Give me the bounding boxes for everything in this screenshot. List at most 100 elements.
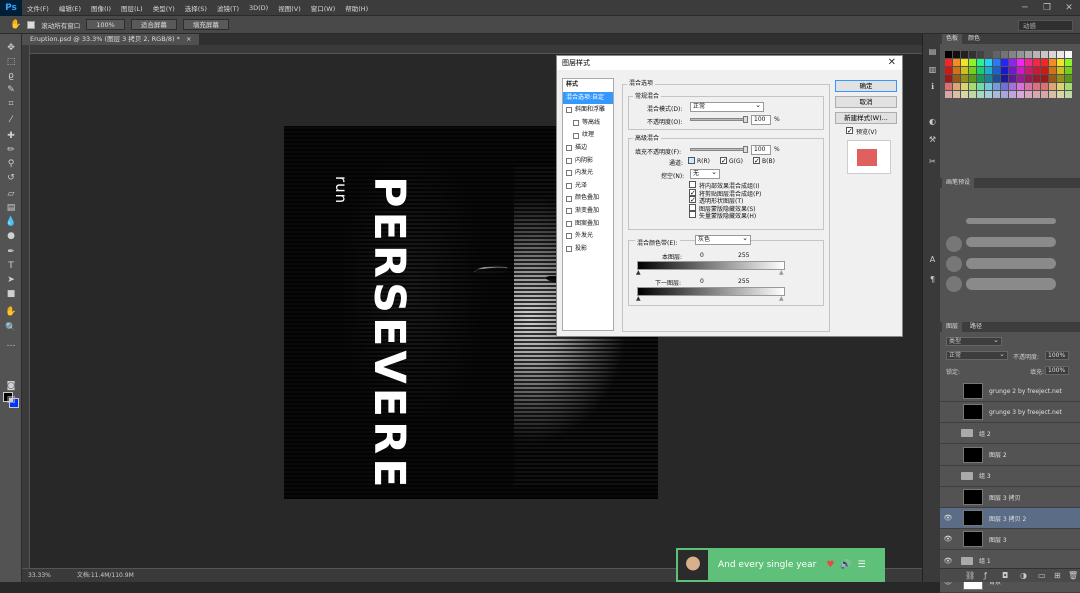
under-layer-gradient-bar[interactable]: [637, 287, 785, 296]
horizontal-ruler[interactable]: [30, 45, 940, 54]
color-swatch[interactable]: [953, 67, 960, 74]
color-swatch[interactable]: [1033, 91, 1040, 98]
hand-tool-icon[interactable]: ✋: [10, 20, 21, 30]
layer-blend-mode-select[interactable]: 正常: [946, 350, 1008, 360]
cancel-button[interactable]: 取消: [835, 96, 897, 108]
color-swatch[interactable]: [1049, 83, 1056, 90]
screen-mode-icon[interactable]: ▣: [4, 394, 18, 406]
style-list-item[interactable]: 投影: [563, 243, 613, 256]
this-layer-white-slider[interactable]: ▲: [779, 269, 784, 276]
color-swatch[interactable]: [961, 67, 968, 74]
layer-visibility-icon[interactable]: 👁: [943, 534, 953, 544]
brush-presets-list[interactable]: [946, 212, 1056, 302]
channel-b-checkbox[interactable]: ✓: [753, 157, 760, 165]
color-swatch[interactable]: [977, 67, 984, 74]
paragraph-panel-icon[interactable]: ¶: [927, 274, 938, 285]
heart-icon[interactable]: ♥: [826, 560, 834, 570]
under-layer-white-slider[interactable]: ▲: [779, 295, 784, 302]
color-swatch[interactable]: [945, 59, 952, 66]
color-swatch[interactable]: [969, 91, 976, 98]
path-select-tool-icon[interactable]: ➤: [4, 274, 18, 286]
style-checkbox[interactable]: [566, 208, 572, 215]
color-swatch[interactable]: [1041, 91, 1048, 98]
layer-row[interactable]: 图层 2: [940, 444, 1080, 466]
color-swatch[interactable]: [953, 59, 960, 66]
document-tab[interactable]: Eruption.psd @ 33.3% (图层 3 拷贝 2, RGB/8) …: [22, 34, 200, 45]
menu-layer[interactable]: 图层(L): [116, 3, 148, 13]
color-swatch[interactable]: [1049, 51, 1056, 58]
brush-preset[interactable]: [946, 256, 962, 272]
color-swatch[interactable]: [945, 83, 952, 90]
preview-checkbox[interactable]: ✓: [846, 127, 853, 135]
layer-opacity-input[interactable]: 100%: [1045, 351, 1069, 360]
color-swatch[interactable]: [1025, 67, 1032, 74]
color-swatch[interactable]: [1025, 51, 1032, 58]
color-swatch[interactable]: [1049, 67, 1056, 74]
layer-visibility-icon[interactable]: 👁: [943, 513, 953, 523]
color-swatch[interactable]: [1001, 67, 1008, 74]
layer-visibility-icon[interactable]: [943, 450, 953, 460]
scroll-all-checkbox[interactable]: [27, 20, 36, 29]
color-swatch[interactable]: [985, 67, 992, 74]
layer-row[interactable]: 组 3: [940, 465, 1080, 487]
color-swatch[interactable]: [1017, 51, 1024, 58]
color-swatch[interactable]: [953, 75, 960, 82]
layer-visibility-icon[interactable]: [943, 471, 953, 481]
color-swatch[interactable]: [1009, 67, 1016, 74]
advanced-option-checkbox[interactable]: [689, 211, 696, 219]
close-button[interactable]: ✕: [1058, 0, 1080, 16]
color-swatch[interactable]: [945, 91, 952, 98]
color-swatch[interactable]: [1009, 91, 1016, 98]
style-list-item[interactable]: 斜面和浮雕: [563, 104, 613, 117]
layer-row[interactable]: 👁 图层 3: [940, 529, 1080, 551]
color-swatch[interactable]: [1009, 75, 1016, 82]
color-swatch[interactable]: [985, 83, 992, 90]
color-swatch[interactable]: [985, 51, 992, 58]
style-list-item[interactable]: 等高线: [563, 117, 613, 130]
playlist-icon[interactable]: ☰: [858, 560, 866, 570]
dodge-tool-icon[interactable]: ●: [4, 230, 18, 242]
tab-color[interactable]: 颜色: [964, 34, 984, 44]
minimize-button[interactable]: ─: [1014, 0, 1036, 16]
color-swatch[interactable]: [1017, 75, 1024, 82]
color-swatch[interactable]: [985, 91, 992, 98]
layer-visibility-icon[interactable]: 👁: [943, 556, 953, 566]
color-swatch[interactable]: [993, 59, 1000, 66]
color-swatch[interactable]: [977, 51, 984, 58]
color-swatch[interactable]: [961, 75, 968, 82]
link-layers-icon[interactable]: ⛓: [965, 571, 975, 580]
opacity-slider-knob[interactable]: [743, 116, 748, 123]
style-list-item[interactable]: 内阴影: [563, 155, 613, 168]
color-swatch[interactable]: [961, 59, 968, 66]
color-swatch[interactable]: [1017, 67, 1024, 74]
color-swatch[interactable]: [1001, 59, 1008, 66]
eyedropper-tool-icon[interactable]: ⁄: [4, 114, 18, 126]
new-style-button[interactable]: 新建样式(W)...: [835, 112, 897, 124]
color-swatch[interactable]: [1033, 75, 1040, 82]
style-checkbox[interactable]: [573, 120, 579, 127]
layer-visibility-icon[interactable]: [943, 407, 953, 417]
brush-preset[interactable]: [966, 258, 1056, 269]
style-list-item[interactable]: 外发光: [563, 230, 613, 243]
style-checkbox[interactable]: [566, 233, 572, 240]
color-swatch[interactable]: [969, 67, 976, 74]
brush-preset[interactable]: [946, 276, 962, 292]
menu-type[interactable]: 类型(Y): [148, 3, 180, 13]
shape-tool-icon[interactable]: ■: [4, 288, 18, 300]
volume-icon[interactable]: 🔊: [840, 560, 851, 570]
color-swatch[interactable]: [1065, 51, 1072, 58]
advanced-option-checkbox[interactable]: [689, 203, 696, 211]
status-document-size[interactable]: 文档:11.4M/110.9M: [77, 572, 134, 579]
color-swatch[interactable]: [1025, 83, 1032, 90]
layer-visibility-icon[interactable]: [943, 428, 953, 438]
color-swatch[interactable]: [977, 91, 984, 98]
hand-tool-icon[interactable]: ✋: [4, 306, 18, 318]
type-tool-icon[interactable]: T: [4, 260, 18, 272]
dialog-close-icon[interactable]: ✕: [888, 56, 896, 70]
color-swatch[interactable]: [1065, 75, 1072, 82]
color-swatch[interactable]: [1057, 75, 1064, 82]
style-list-item[interactable]: 样式: [563, 79, 613, 92]
color-swatch[interactable]: [1025, 75, 1032, 82]
history-brush-tool-icon[interactable]: ↺: [4, 172, 18, 184]
brush-panel-icon[interactable]: ⚒: [927, 134, 938, 145]
